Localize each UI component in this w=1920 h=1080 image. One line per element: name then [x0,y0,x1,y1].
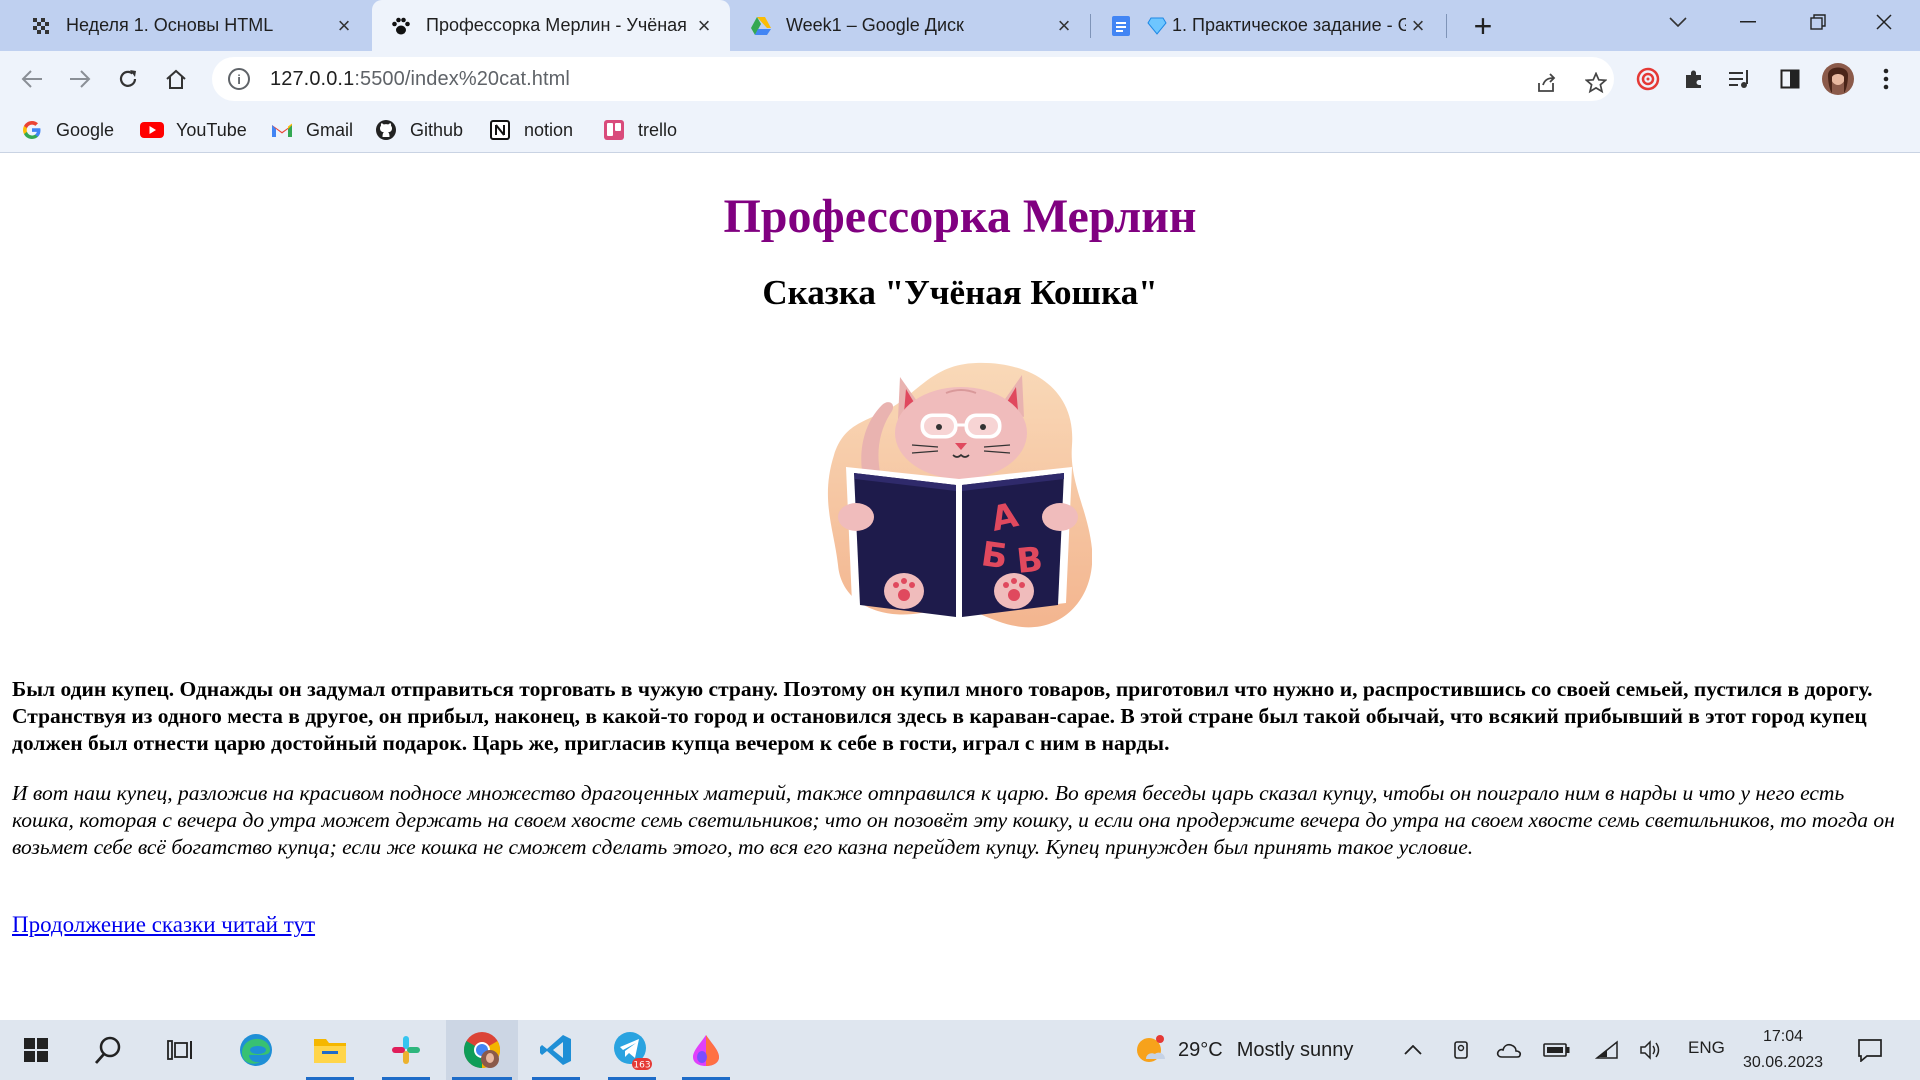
bookmark-youtube[interactable]: YouTube [140,116,247,144]
start-button[interactable] [6,1020,66,1080]
bookmark-label: Google [56,119,115,140]
weather-widget[interactable]: 29°C Mostly sunny [1134,1030,1353,1070]
meet-now-icon[interactable] [1444,1034,1478,1066]
tab-title: Профессорка Мерлин - Учёная [426,15,687,35]
notifications-icon[interactable] [1850,1032,1890,1068]
bookmark-trello[interactable]: trello [602,116,677,144]
new-tab-button[interactable]: + [1466,8,1500,44]
youtube-icon [140,118,164,142]
onedrive-cloud-icon[interactable] [1492,1034,1526,1066]
book-letter-b: Б [979,534,1010,577]
github-icon [374,118,398,142]
story-paragraph-italic: И вот наш купец, разложив на красивом по… [12,781,1895,859]
page-subtitle: Сказка "Учёная Кошка" [762,273,1158,312]
extension-target-icon[interactable] [1628,59,1668,99]
edge-icon[interactable] [226,1020,286,1080]
trello-icon [602,118,626,142]
back-button[interactable] [12,59,52,99]
system-clock[interactable]: 17:04 30.06.2023 [1738,1024,1828,1076]
bookmark-google[interactable]: Google [20,116,114,144]
tab-html-basics[interactable]: Неделя 1. Основы HTML × [12,0,370,51]
gmail-icon [270,118,294,142]
weather-temperature: 29°C [1178,1038,1223,1061]
extensions-puzzle-icon[interactable] [1674,59,1714,99]
tab-merlin[interactable]: Профессорка Мерлин - Учёная × [372,0,730,51]
clock-time: 17:04 [1762,1028,1804,1045]
reload-button[interactable] [108,59,148,99]
slack-icon[interactable] [376,1020,436,1080]
clock-date: 30.06.2023 [1742,1054,1824,1071]
bookmarks-bar: Google YouTube Gmail Github notion trell… [0,106,1920,153]
notion-icon [488,118,512,142]
paw-icon [390,15,412,37]
bookmark-label: notion [524,119,574,140]
forward-button[interactable] [60,59,100,99]
tab-close-icon[interactable]: × [332,13,356,38]
telegram-badge: 163 [633,1061,650,1071]
address-bar[interactable]: i 127.0.0.1:5500/index%20cat.html [212,57,1614,101]
close-window-button[interactable] [1856,0,1912,44]
home-button[interactable] [156,59,196,99]
vscode-icon[interactable] [526,1020,586,1080]
checkered-flag-icon [30,15,52,37]
task-view-icon[interactable] [150,1020,210,1080]
cat-reading-book-image: А Б В [826,359,1093,631]
bookmark-label: trello [638,119,678,140]
minimize-button[interactable] [1720,0,1776,44]
bookmark-notion[interactable]: notion [488,116,573,144]
tab-separator [1090,14,1091,38]
page-title: Профессорка Мерлин [723,190,1197,243]
bookmark-github[interactable]: Github [374,116,463,144]
bookmark-label: Gmail [306,119,354,140]
tab-google-drive[interactable]: Week1 – Google Диск × [732,0,1090,51]
show-hidden-icons-chevron-icon[interactable] [1396,1034,1430,1066]
input-language[interactable]: ENG [1688,1038,1725,1058]
weather-sun-icon [1137,1035,1165,1062]
media-control-icon[interactable] [1720,59,1760,99]
chrome-icon[interactable] [446,1020,518,1080]
telegram-icon[interactable]: 163 [602,1020,662,1080]
chrome-menu-icon[interactable] [1866,59,1906,99]
tab-strip: Неделя 1. Основы HTML × Профессорка Мерл… [0,0,1920,51]
tab-title: Week1 – Google Диск [786,15,964,35]
restore-button[interactable] [1790,0,1846,44]
google-drive-icon [750,15,772,37]
tab-title: Неделя 1. Основы HTML [66,15,274,35]
site-info-icon[interactable]: i [228,68,250,90]
bookmark-label: YouTube [176,119,247,140]
tab-close-icon[interactable]: × [1406,13,1430,38]
weather-description: Mostly sunny [1236,1038,1354,1061]
gem-icon [1146,15,1168,37]
google-icon [20,118,44,142]
file-explorer-icon[interactable] [300,1020,360,1080]
story-paragraph-bold: Был один купец. Однажды он задумал отпра… [12,677,1873,755]
windows-taskbar: 163 29°C Mostly sunny ENG 17:04 30.06.20… [0,1020,1920,1080]
wifi-icon[interactable] [1590,1034,1624,1066]
continue-story-link[interactable]: Продолжение сказки читай тут [12,912,315,938]
battery-icon[interactable] [1540,1034,1574,1066]
profile-avatar[interactable] [1818,59,1858,99]
bookmark-gmail[interactable]: Gmail [270,116,353,144]
url-text: 127.0.0.1:5500/index%20cat.html [270,67,570,90]
color-drop-app-icon[interactable] [676,1020,736,1080]
search-icon[interactable] [78,1020,138,1080]
google-docs-icon [1110,15,1132,37]
tab-practical-task[interactable]: 1. Практическое задание - G × [1092,0,1444,51]
tab-close-icon[interactable]: × [692,13,716,38]
tab-search-chevron-icon[interactable] [1650,0,1706,44]
share-icon[interactable] [1530,65,1566,101]
browser-toolbar: i 127.0.0.1:5500/index%20cat.html [0,51,1920,106]
tab-separator [1446,14,1447,38]
tab-title: 1. Практическое задание - G [1172,15,1406,35]
web-page: Профессорка Мерлин Сказка "Учёная Кошка" [0,153,1920,1020]
side-panel-icon[interactable] [1770,59,1810,99]
bookmark-label: Github [410,119,464,140]
bookmark-star-icon[interactable] [1578,65,1614,101]
tab-close-icon[interactable]: × [1052,13,1076,38]
volume-icon[interactable] [1634,1034,1668,1066]
